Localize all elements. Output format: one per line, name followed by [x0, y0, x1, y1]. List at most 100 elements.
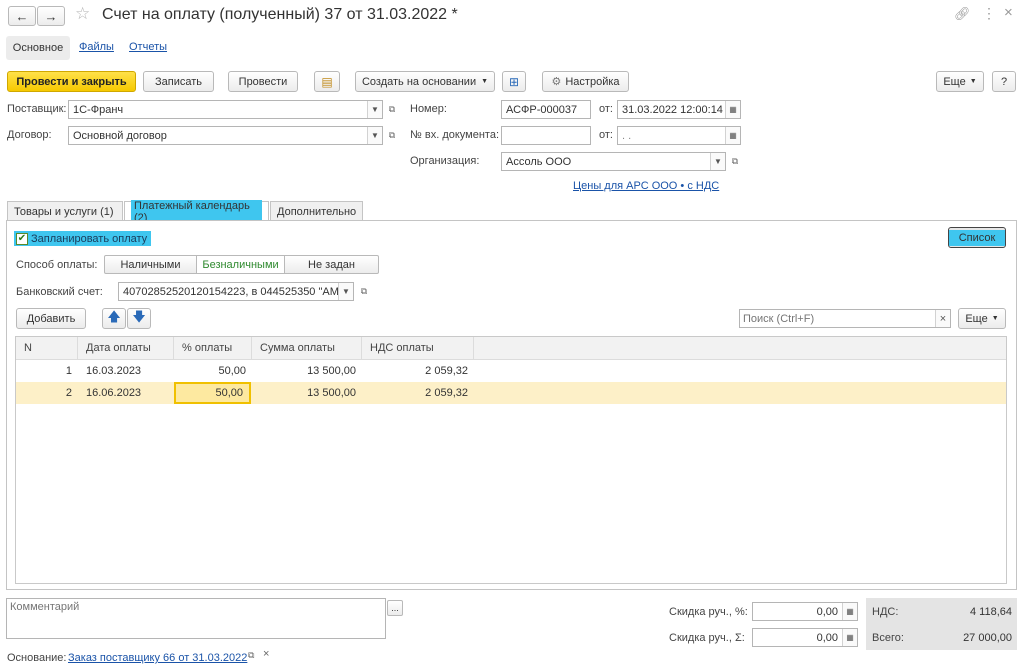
- calendar-icon[interactable]: ▦: [725, 101, 740, 118]
- nav-tab-main[interactable]: Основное: [6, 36, 70, 60]
- discount-pct-field[interactable]: 0,00 ▦: [752, 602, 858, 621]
- cell-percent: 50,00: [218, 365, 246, 377]
- col-vat[interactable]: НДС оплаты: [362, 337, 474, 360]
- open-icon[interactable]: ⧉: [385, 126, 399, 145]
- more-label: Еще: [943, 75, 966, 88]
- structure-icon[interactable]: ⊞: [502, 71, 526, 92]
- grid-more-label: Еще: [965, 312, 988, 325]
- tab-additional-label: Дополнительно: [277, 205, 357, 218]
- cell-n: 2: [65, 387, 72, 399]
- col-sum[interactable]: Сумма оплаты: [252, 337, 362, 360]
- forward-button[interactable]: →: [37, 6, 65, 26]
- settings-button[interactable]: ⚙ Настройка: [542, 71, 629, 92]
- bank-account-value: 40702852520120154223, в 044525350 "АМБ Б…: [123, 285, 338, 298]
- calculator-icon[interactable]: ▦: [842, 603, 857, 620]
- comment-expand-button[interactable]: ...: [387, 600, 403, 616]
- search-field[interactable]: ×: [739, 309, 951, 328]
- method-cash-button[interactable]: Наличными: [104, 255, 197, 274]
- basis-open-icon[interactable]: ⧉: [248, 650, 254, 661]
- create-based-label: Создать на основании: [361, 75, 477, 88]
- nav-tab-files[interactable]: Файлы: [79, 41, 114, 53]
- dropdown-arrow-icon[interactable]: ▼: [367, 127, 382, 144]
- tab-payment-calendar[interactable]: Платежный календарь (2): [124, 199, 269, 224]
- number-field[interactable]: АСФР-000037: [501, 100, 591, 119]
- plan-payment-label: Запланировать оплату: [31, 232, 148, 245]
- checkbox-check-icon: ✔: [16, 232, 28, 245]
- in-date-value: . .: [622, 129, 632, 142]
- date-field[interactable]: 31.03.2022 12:00:14 ▦: [617, 100, 741, 119]
- grid-more-button[interactable]: Еще ▼: [958, 308, 1006, 329]
- grand-total-label: Всего:: [872, 632, 904, 644]
- gear-icon: ⚙: [551, 76, 562, 88]
- vat-total-value: 4 118,64: [969, 606, 1012, 618]
- tab-goods-label: Товары и услуги (1): [14, 205, 114, 218]
- open-icon[interactable]: ⧉: [385, 100, 399, 119]
- more-button[interactable]: Еще ▼: [936, 71, 984, 92]
- basis-label: Основание:: [7, 652, 67, 664]
- print-icon[interactable]: ▤: [314, 71, 340, 92]
- org-field[interactable]: Ассоль ООО ▼: [501, 152, 726, 171]
- supplier-value: 1С-Франч: [73, 103, 124, 116]
- clear-search-icon[interactable]: ×: [935, 310, 950, 327]
- col-percent[interactable]: % оплаты: [174, 337, 252, 360]
- org-value: Ассоль ООО: [506, 155, 572, 168]
- move-up-icon[interactable]: 🡅: [102, 308, 126, 329]
- plan-payment-checkbox[interactable]: ✔ Запланировать оплату: [14, 231, 152, 246]
- basis-clear-icon[interactable]: ×: [263, 648, 269, 660]
- close-icon[interactable]: ×: [1004, 4, 1013, 21]
- prices-link[interactable]: Цены для АРС ООО • с НДС: [573, 180, 719, 192]
- discount-sum-field[interactable]: 0,00 ▦: [752, 628, 858, 647]
- number-label: Номер:: [410, 103, 447, 115]
- cell-percent-active[interactable]: 50,00: [174, 382, 251, 404]
- col-date[interactable]: Дата оплаты: [78, 337, 174, 360]
- window-title: Счет на оплату (полученный) 37 от 31.03.…: [102, 6, 458, 23]
- calculator-icon[interactable]: ▦: [842, 629, 857, 646]
- move-down-icon[interactable]: 🡇: [127, 308, 151, 329]
- in-doc-field[interactable]: [501, 126, 591, 145]
- supplier-field[interactable]: 1С-Франч ▼: [68, 100, 383, 119]
- tab-additional[interactable]: Дополнительно: [270, 201, 363, 221]
- back-button[interactable]: ←: [8, 6, 36, 26]
- link-icon[interactable]: 🔗︎: [954, 6, 971, 22]
- dropdown-arrow-icon[interactable]: ▼: [710, 153, 725, 170]
- post-and-close-button[interactable]: Провести и закрыть: [7, 71, 136, 92]
- method-unset-button[interactable]: Не задан: [284, 255, 379, 274]
- date-from-label: от:: [599, 103, 613, 115]
- list-button[interactable]: Список: [948, 227, 1006, 248]
- org-label: Организация:: [410, 155, 480, 167]
- contract-label: Договор:: [7, 129, 52, 141]
- cell-date: 16.03.2023: [86, 365, 142, 377]
- payment-method-label: Способ оплаты:: [16, 259, 98, 271]
- open-icon[interactable]: ⧉: [728, 152, 742, 171]
- calendar-icon[interactable]: ▦: [725, 127, 740, 144]
- favorite-star-icon[interactable]: ☆: [75, 4, 90, 24]
- chevron-down-icon: ▼: [481, 78, 489, 85]
- bank-account-field[interactable]: 40702852520120154223, в 044525350 "АМБ Б…: [118, 282, 354, 301]
- nav-tab-reports[interactable]: Отчеты: [129, 41, 167, 53]
- save-button[interactable]: Записать: [143, 71, 214, 92]
- cell-vat: 2 059,32: [425, 387, 468, 399]
- comment-input[interactable]: [6, 598, 386, 639]
- cell-sum: 13 500,00: [307, 365, 356, 377]
- dropdown-arrow-icon[interactable]: ▼: [367, 101, 382, 118]
- post-button[interactable]: Провести: [228, 71, 298, 92]
- cell-n: 1: [65, 365, 72, 377]
- in-date-field[interactable]: . . ▦: [617, 126, 741, 145]
- search-input[interactable]: [740, 311, 935, 326]
- menu-dots-icon[interactable]: ⋮: [982, 5, 996, 22]
- help-button[interactable]: ?: [992, 71, 1016, 92]
- contract-value: Основной договор: [73, 129, 167, 142]
- add-row-button[interactable]: Добавить: [16, 308, 86, 329]
- basis-link[interactable]: Заказ поставщику 66 от 31.03.2022: [68, 652, 247, 664]
- table-row[interactable]: 1 16.03.2023 50,00 13 500,00 2 059,32: [16, 360, 1006, 382]
- method-cashless-button[interactable]: Безналичными: [196, 255, 285, 274]
- col-n[interactable]: N: [16, 337, 78, 360]
- contract-field[interactable]: Основной договор ▼: [68, 126, 383, 145]
- dropdown-arrow-icon[interactable]: ▼: [338, 283, 353, 300]
- tab-goods[interactable]: Товары и услуги (1): [7, 201, 123, 221]
- open-icon[interactable]: ⧉: [357, 282, 371, 301]
- table-row-selected[interactable]: 2 16.06.2023 50,00 13 500,00 2 059,32: [16, 382, 1006, 404]
- date-value: 31.03.2022 12:00:14: [622, 103, 723, 116]
- nav-tab-main-label: Основное: [12, 42, 64, 54]
- create-based-button[interactable]: Создать на основании ▼: [355, 71, 495, 92]
